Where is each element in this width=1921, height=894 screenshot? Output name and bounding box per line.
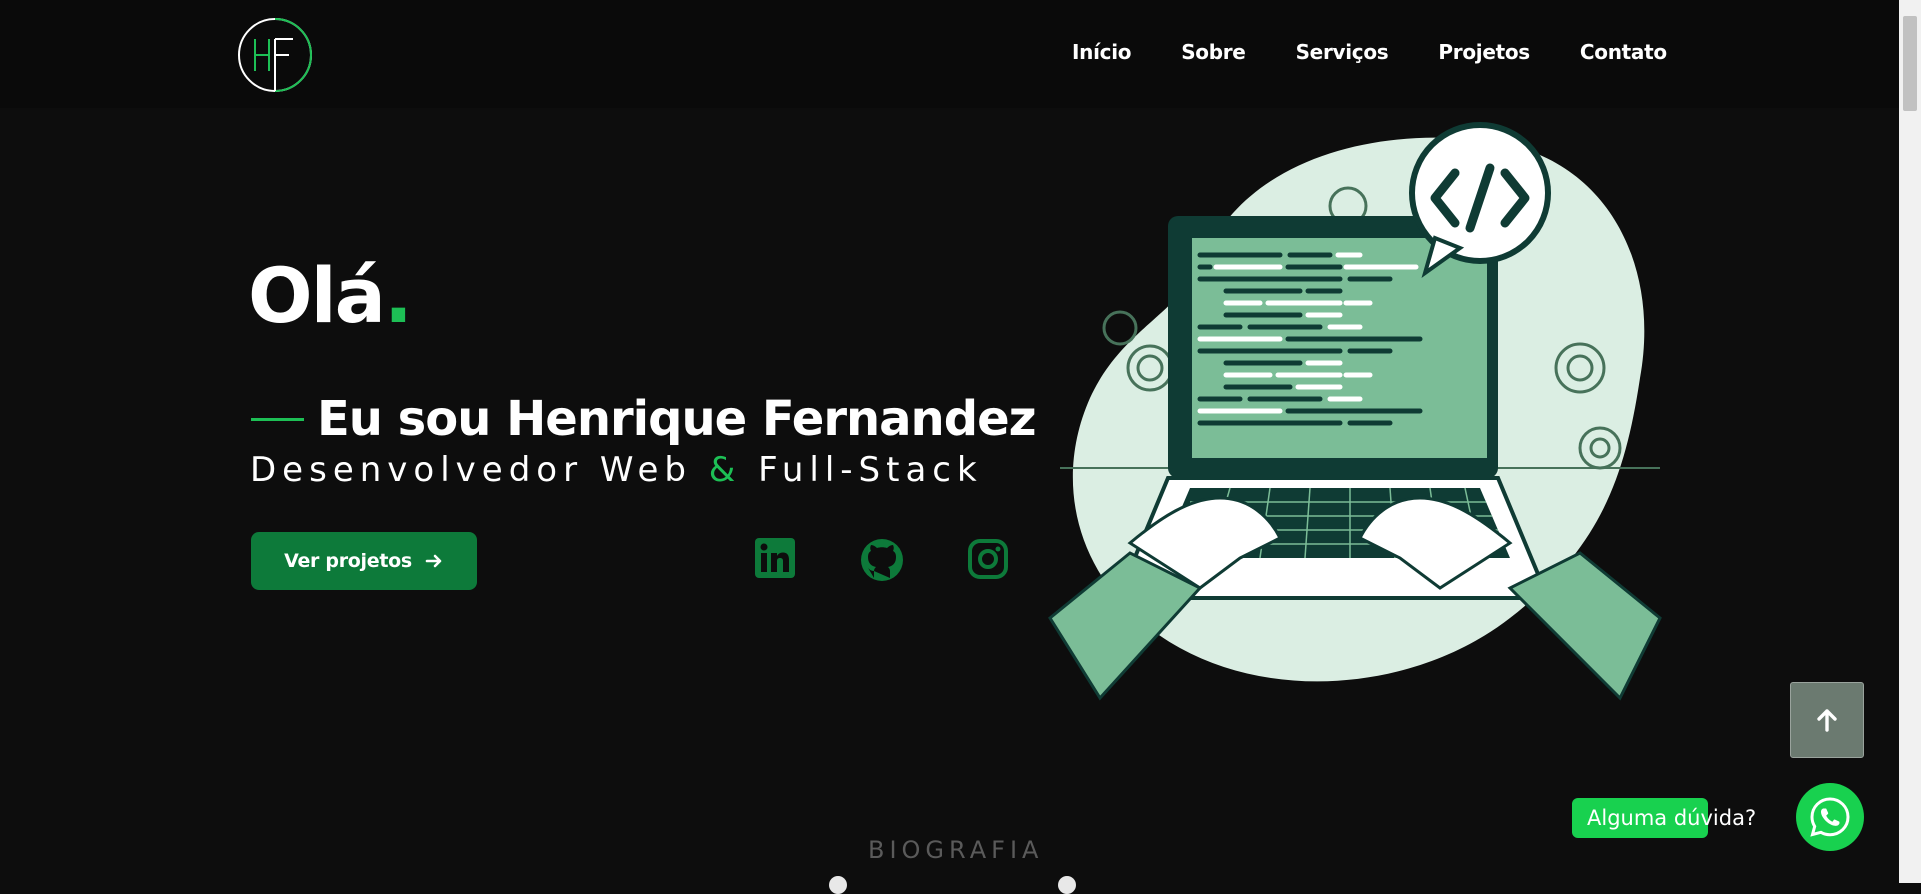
nav-inicio[interactable]: Início [1072,40,1131,64]
logo[interactable] [237,17,313,93]
greeting-text: Olá [248,251,386,340]
scroll-to-top-button[interactable] [1790,682,1864,758]
greeting-heading: Olá. [248,258,413,334]
linkedin-icon[interactable] [755,538,795,578]
greeting-dot: . [383,251,413,340]
section-dot [829,876,847,894]
role-ampersand: & [708,450,742,490]
intro-line: Eu sou Henrique Fernandez [251,391,1037,447]
role-part1: Desenvolvedor Web [250,450,692,490]
code-tag-text: </> [1040,118,1042,119]
developer-illustration: </> [1040,118,1662,701]
github-icon[interactable] [860,538,904,582]
intro-name: Eu sou Henrique Fernandez [317,391,1037,447]
view-projects-button[interactable]: Ver projetos [251,532,477,590]
whatsapp-icon [1810,797,1850,837]
site-header: Início Sobre Serviços Projetos Contato [0,0,1899,108]
arrow-right-icon [425,554,442,568]
nav-contato[interactable]: Contato [1580,40,1667,64]
biography-section-title: BIOGRAFIA [868,836,1044,864]
main-nav: Início Sobre Serviços Projetos Contato [1072,40,1717,64]
view-projects-label: Ver projetos [284,550,412,572]
scrollbar-thumb[interactable] [1903,16,1917,111]
page-scrollbar[interactable] [1899,0,1921,883]
whatsapp-prompt[interactable]: Alguma dúvida? [1572,798,1756,838]
nav-projetos[interactable]: Projetos [1438,40,1530,64]
section-dot [1058,876,1076,894]
arrow-up-icon [1817,709,1837,732]
role-part2: Full-Stack [758,450,983,490]
nav-sobre[interactable]: Sobre [1181,40,1246,64]
accent-dash [251,417,304,421]
instagram-icon[interactable] [967,538,1009,580]
role-subtitle: Desenvolvedor Web & Full-Stack [250,450,983,490]
nav-servicos[interactable]: Serviços [1296,40,1389,64]
whatsapp-button[interactable] [1796,783,1864,851]
